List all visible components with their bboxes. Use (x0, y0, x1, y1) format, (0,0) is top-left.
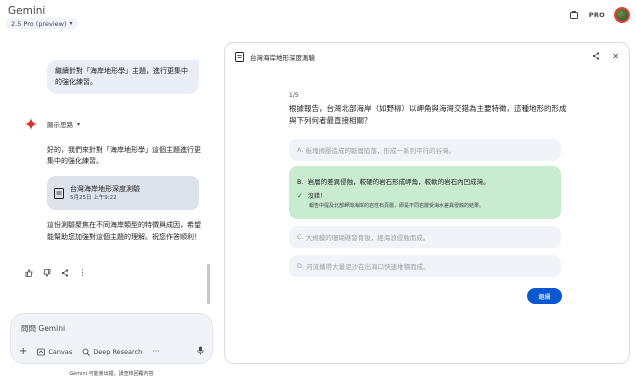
option-text: 大規模的珊瑚礁發育後，經海浪侵蝕而成。 (305, 234, 430, 242)
canvas-label: Canvas (48, 347, 73, 356)
option-main: B. 岩層的差異侵蝕，較硬的岩石形成岬角，較軟的岩石內凹成灣。 (297, 176, 490, 186)
thumb-up-icon[interactable] (24, 268, 33, 277)
reply-intro: 好的，我們來針對「海岸地形學」這個主題進行更集中的強化練習。 (47, 146, 201, 165)
reply-outro: 這份測驗聚焦在不同海岸類型的特徵與成因，希望能幫助您加強對這個主題的理解。祝您作… (47, 221, 201, 241)
feedback-detail: 報告中提及北部岬灣海岸的岩性石頁層，即是不同岩層受海水差異侵蝕的結果。 (309, 203, 485, 209)
app-title[interactable]: Gemini (8, 5, 45, 17)
disclaimer: Gemini 可能會出錯，請查核回覆內容 (69, 371, 154, 377)
thinking-label: 顯示思路 (47, 121, 73, 129)
close-icon[interactable]: ✕ (612, 52, 619, 62)
quiz-doc-card[interactable]: 台灣海岸地形深度測驗 5月25日 上午9:22 (47, 176, 199, 210)
model-label: 2.5 Pro (preview) (11, 19, 67, 28)
share-icon[interactable] (60, 268, 69, 277)
panel-actions: ✕ (592, 52, 619, 62)
share-screen-icon[interactable] (568, 9, 580, 21)
deep-research-icon (82, 348, 91, 356)
doc-card-text: 台灣海岸地形深度測驗 5月25日 上午9:22 (70, 184, 140, 203)
add-icon[interactable]: + (19, 346, 27, 357)
answer-option-c[interactable]: C. 大規模的珊瑚礁發育後，經海浪侵蝕而成。 (289, 226, 561, 248)
chevron-down-icon: ▾ (69, 20, 73, 27)
option-label: B. (297, 178, 304, 186)
option-label: C. (297, 233, 304, 241)
gemini-star-icon (25, 118, 37, 130)
quiz-panel: 台灣海岸地形深度測驗 ✕ 1/5 根據報告，台灣北部海岸（如野柳）以岬角與海灣交… (224, 42, 630, 364)
feedback-row: ✓ 沒錯！ (297, 191, 326, 201)
document-icon (235, 52, 244, 62)
option-text: 板塊擠壓造成的斷層陷落，形成一系列平行的谷灣。 (305, 147, 455, 155)
option-text: 河流攜帶大量泥沙在出海口快速堆積而成。 (306, 263, 430, 271)
user-message: 繼續針對「海岸地形學」主題，進行更集中的強化練習。 (47, 60, 199, 94)
option-label: A. (297, 146, 304, 154)
canvas-icon (37, 348, 46, 355)
prompt-input[interactable]: 問問 Gemini (21, 323, 65, 334)
feedback-title: 沒錯！ (307, 193, 326, 200)
option-text: 岩層的差異侵蝕，較硬的岩石形成岬角，較軟的岩石內凹成灣。 (307, 178, 490, 186)
avatar[interactable] (614, 7, 630, 23)
quiz-panel-title: 台灣海岸地形深度測驗 (250, 54, 315, 62)
document-icon (54, 187, 64, 199)
deep-research-label: Deep Research (93, 347, 143, 356)
answer-option-b[interactable]: B. 岩層的差異侵蝕，較硬的岩石形成岬角，較軟的岩石內凹成灣。 ✓ 沒錯！ 報告… (289, 166, 561, 219)
show-thinking-toggle[interactable]: 顯示思路 ▾ (47, 119, 81, 130)
more-vert-icon[interactable]: ⋮ (78, 268, 87, 277)
doc-card-date: 5月25日 上午9:22 (70, 194, 117, 201)
prompt-input-box[interactable]: 問問 Gemini + Canvas Deep Research ··· (10, 313, 213, 364)
chevron-down-icon: ▾ (77, 120, 81, 128)
answer-option-d[interactable]: D. 河流攜帶大量泥沙在出海口快速堆積而成。 (289, 255, 561, 277)
continue-button[interactable]: 繼續 (527, 288, 562, 304)
question-progress: 1/5 (289, 92, 299, 99)
chat-scrollbar[interactable] (207, 264, 210, 304)
more-tools-button[interactable]: ··· (152, 347, 160, 356)
thumb-down-icon[interactable] (42, 268, 51, 277)
answer-option-a[interactable]: A. 板塊擠壓造成的斷層陷落，形成一系列平行的谷灣。 (289, 139, 561, 161)
check-icon: ✓ (297, 191, 303, 200)
deep-research-button[interactable]: Deep Research (82, 348, 142, 356)
canvas-button[interactable]: Canvas (37, 348, 72, 356)
input-tools: + Canvas Deep Research ··· (19, 346, 204, 357)
quiz-panel-header: 台灣海岸地形深度測驗 ✕ (225, 43, 629, 71)
mic-icon[interactable] (197, 346, 204, 357)
model-selector[interactable]: 2.5 Pro (preview) ▾ (6, 18, 78, 29)
response-actions: ⋮ (24, 268, 87, 277)
option-label: D. (297, 262, 305, 270)
doc-card-title: 台灣海岸地形深度測驗 (70, 184, 140, 193)
pro-badge: PRO (588, 11, 605, 19)
share-icon[interactable] (592, 52, 600, 62)
header-right: PRO (568, 7, 630, 23)
question-text: 根據報告，台灣北部海岸（如野柳）以岬角與海灣交錯為主要特徵，這種地形的形成與下列… (289, 104, 567, 125)
